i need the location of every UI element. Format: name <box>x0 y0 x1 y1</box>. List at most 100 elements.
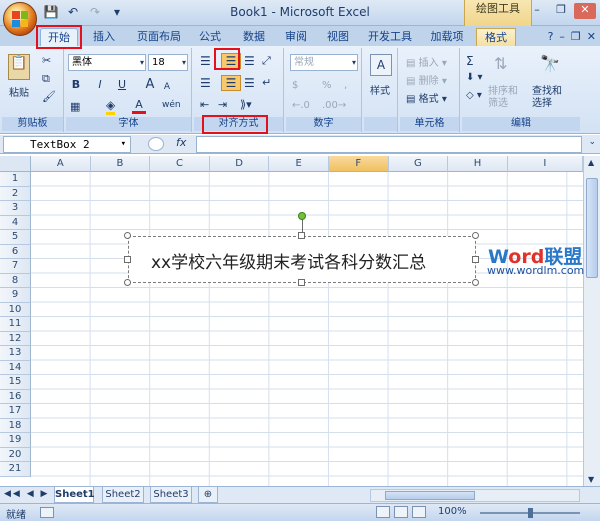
formula-input[interactable] <box>196 136 582 153</box>
row-header[interactable]: 21 <box>0 462 31 477</box>
zoom-level[interactable]: 100% <box>438 506 467 517</box>
sheet-tab-3[interactable]: Sheet3 <box>150 487 192 503</box>
vertical-scrollbar[interactable]: ▲ ▼ <box>583 156 600 486</box>
tab-formulas[interactable]: 公式 <box>192 28 228 46</box>
zoom-slider-knob[interactable] <box>528 508 533 518</box>
tab-page-layout[interactable]: 页面布局 <box>130 28 188 46</box>
column-header-f[interactable]: F <box>329 156 389 172</box>
autosum-button[interactable]: Σ <box>466 54 474 68</box>
align-middle-icon[interactable]: ☰ <box>221 53 241 69</box>
tab-format[interactable]: 格式 <box>476 28 516 46</box>
insert-function-icon[interactable]: fx <box>176 136 186 149</box>
tab-view[interactable]: 视图 <box>320 28 356 46</box>
font-name-dropdown-icon[interactable]: ▾ <box>140 55 144 70</box>
sheet-tab-1[interactable]: Sheet1 <box>54 487 95 503</box>
text-box-content[interactable]: xx学校六年级期末考试各科分数汇总 <box>151 248 426 273</box>
resize-handle-left[interactable] <box>124 256 131 263</box>
normal-view-icon[interactable] <box>376 506 390 518</box>
currency-button[interactable]: $ <box>292 80 298 91</box>
italic-button[interactable]: I <box>92 76 108 94</box>
bold-button[interactable]: B <box>68 76 84 94</box>
row-header[interactable]: 13 <box>0 346 31 361</box>
help-icon[interactable]: ? <box>548 30 554 43</box>
align-right-icon[interactable]: ☰ <box>244 76 255 90</box>
styles-button-label[interactable]: 样式 <box>370 82 390 97</box>
align-top-icon[interactable]: ☰ <box>200 54 211 68</box>
row-header[interactable]: 9 <box>0 288 31 303</box>
align-left-icon[interactable]: ☰ <box>200 76 211 90</box>
row-header[interactable]: 20 <box>0 447 31 462</box>
row-header[interactable]: 19 <box>0 433 31 448</box>
comma-button[interactable]: , <box>344 80 347 91</box>
border-icon[interactable]: ▦ <box>70 100 80 113</box>
tab-home[interactable]: 开始 <box>40 28 78 46</box>
row-header[interactable]: 2 <box>0 186 31 201</box>
column-header-d[interactable]: D <box>209 156 270 172</box>
align-bottom-icon[interactable]: ☰ <box>244 54 255 68</box>
row-header[interactable]: 7 <box>0 259 31 274</box>
font-name-field[interactable]: 黑体 ▾ <box>68 54 146 71</box>
column-header-c[interactable]: C <box>150 156 210 172</box>
column-header-a[interactable]: A <box>31 156 91 172</box>
rotate-handle-icon[interactable] <box>298 212 306 220</box>
clear-icon[interactable]: ◇ ▾ <box>466 90 482 101</box>
find-select-label-2[interactable]: 选择 <box>532 94 552 109</box>
delete-cells-button[interactable]: ▤ 删除 ▾ <box>406 72 447 87</box>
font-color-button[interactable]: A <box>132 96 146 114</box>
row-header[interactable]: 14 <box>0 360 31 375</box>
sheet-tab-2[interactable]: Sheet2 <box>102 487 144 503</box>
row-header[interactable]: 3 <box>0 201 31 216</box>
name-box[interactable]: TextBox 2 ▾ <box>3 136 131 153</box>
tab-developer[interactable]: 开发工具 <box>362 28 418 46</box>
column-header-h[interactable]: H <box>448 156 508 172</box>
horizontal-scrollbar[interactable] <box>370 489 580 502</box>
vertical-scroll-thumb[interactable] <box>586 178 598 278</box>
number-format-dropdown-icon[interactable]: ▾ <box>352 55 356 70</box>
paste-label[interactable]: 粘贴 <box>9 84 29 99</box>
column-header-i[interactable]: I <box>507 156 583 172</box>
resize-handle-top-right[interactable] <box>472 232 479 239</box>
cell-area[interactable] <box>31 172 591 486</box>
minimize-button[interactable]: – <box>526 3 548 19</box>
row-header[interactable]: 8 <box>0 273 31 288</box>
select-all-corner[interactable] <box>0 156 31 172</box>
tab-addins[interactable]: 加载项 <box>424 28 470 46</box>
page-break-view-icon[interactable] <box>412 506 426 518</box>
tab-review[interactable]: 审阅 <box>278 28 314 46</box>
column-header-b[interactable]: B <box>90 156 151 172</box>
text-box[interactable]: xx学校六年级期末考试各科分数汇总 <box>128 236 476 283</box>
row-header[interactable]: 11 <box>0 317 31 332</box>
paste-icon[interactable]: 📋 <box>8 54 30 80</box>
resize-handle-bottom-left[interactable] <box>124 279 131 286</box>
name-box-dropdown-icon[interactable]: ▾ <box>121 137 126 152</box>
tab-insert[interactable]: 插入 <box>86 28 122 46</box>
row-header[interactable]: 4 <box>0 215 31 230</box>
find-select-icon[interactable]: 🔭 <box>540 54 560 73</box>
resize-handle-top[interactable] <box>298 232 305 239</box>
resize-handle-right[interactable] <box>472 256 479 263</box>
row-header[interactable]: 6 <box>0 244 31 259</box>
cut-icon[interactable]: ✂ <box>42 54 51 67</box>
text-direction-icon[interactable]: ⟫▾ <box>240 98 252 111</box>
row-header[interactable]: 10 <box>0 302 31 317</box>
sort-filter-icon[interactable]: ⇅ <box>494 54 507 73</box>
font-size-field[interactable]: 18 ▾ <box>148 54 188 71</box>
format-cells-button[interactable]: ▤ 格式 ▾ <box>406 90 447 105</box>
resize-handle-bottom[interactable] <box>298 279 305 286</box>
grow-font-button[interactable]: A <box>142 76 158 94</box>
row-header[interactable]: 12 <box>0 331 31 346</box>
decrease-indent-icon[interactable]: ⇤ <box>200 98 209 111</box>
restore-button[interactable]: ❐ <box>550 3 572 19</box>
column-header-e[interactable]: E <box>269 156 329 172</box>
row-header[interactable]: 5 <box>0 230 31 245</box>
sort-filter-label-2[interactable]: 筛选 <box>488 94 508 109</box>
row-header[interactable]: 16 <box>0 389 31 404</box>
underline-button[interactable]: U <box>114 76 130 94</box>
align-center-icon[interactable]: ☰ <box>221 75 241 91</box>
ribbon-restore-icon[interactable]: ❐ <box>571 30 581 43</box>
shrink-font-button[interactable]: A <box>160 78 174 96</box>
page-layout-view-icon[interactable] <box>394 506 408 518</box>
resize-handle-bottom-right[interactable] <box>472 279 479 286</box>
decrease-decimal-icon[interactable]: .00→ <box>322 100 346 111</box>
styles-icon[interactable]: A <box>370 54 392 76</box>
